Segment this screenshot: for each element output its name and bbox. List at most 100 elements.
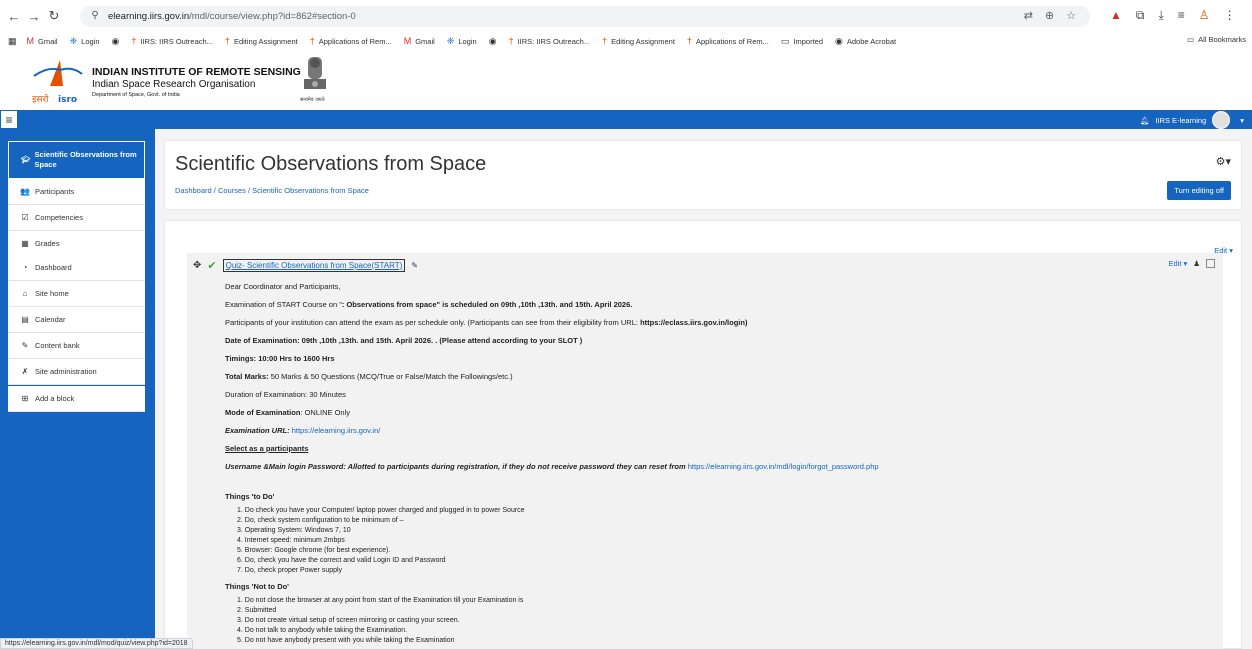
bookmark-item[interactable]: ◉ [489, 36, 497, 47]
browser-toolbar: ← → ↻ ⚲ elearning.iirs.gov.in/mdl/course… [0, 0, 1252, 32]
exam-url-link[interactable]: https://elearning.iirs.gov.in/ [292, 426, 381, 435]
hamburger-menu-icon[interactable]: ≡ [0, 110, 18, 129]
bookmark-item[interactable]: M Gmail [404, 36, 435, 47]
bookmark-label: Gmail [38, 36, 58, 46]
zoom-icon[interactable]: ⊕ [1045, 9, 1054, 22]
list-item: 1. Do not close the browser at any point… [237, 597, 524, 604]
site-info-icon[interactable]: ⚲ [88, 10, 102, 24]
move-icon[interactable]: ✥ [193, 260, 201, 271]
date-line: Date of Examination: 09th ,10th ,13th. a… [225, 335, 1215, 346]
bookmark-label: Imported [793, 36, 824, 46]
bell-icon[interactable]: 🔔︎ [1140, 116, 1150, 125]
completion-checkbox[interactable] [1206, 259, 1215, 268]
bookmark-label: Adobe Acrobat [846, 36, 897, 46]
user-icon[interactable]: ♟ [1193, 259, 1200, 268]
bookmark-item[interactable]: † Applications of Rem... [687, 36, 769, 47]
bookmark-item[interactable]: † IIRS: IIRS Outreach... [509, 36, 591, 47]
logo-hindi-text: इसरो [32, 93, 49, 105]
breadcrumb-course[interactable]: Scientific Observations from Space [252, 186, 369, 195]
bookmark-label: Applications of Rem... [318, 36, 392, 46]
quiz-activity: ✥ ✔ Quiz- Scientific Observations from S… [193, 259, 418, 272]
back-icon[interactable]: ← [4, 9, 24, 24]
nottodo-title: Things 'Not to Do' [225, 582, 289, 591]
reset-password-link[interactable]: https://elearning.iirs.gov.in/mdl/login/… [688, 462, 879, 471]
exam-line-b: : Observations from space" is scheduled … [341, 300, 510, 309]
isro-logo[interactable]: इसरो isro [30, 56, 86, 106]
users-icon: 👥 [20, 187, 30, 196]
reload-icon[interactable]: ↻ [44, 8, 64, 24]
bookmark-item[interactable]: ▭ Imported [781, 36, 823, 47]
iirs-icon: † [224, 36, 230, 46]
sidebar-item-label: Grades [35, 239, 60, 248]
sidebar-item-participants[interactable]: 👥 Participants [8, 179, 145, 205]
bookmarks-bar: ▦ M Gmail ❈ Login ◉ † IIRS: IIRS Outreach... † E… [0, 32, 1252, 50]
url-host: elearning.iirs.gov.in [108, 11, 190, 22]
all-bookmarks[interactable]: ▭ All Bookmarks [1187, 35, 1246, 44]
extension-icon[interactable]: ▲ [1110, 8, 1122, 23]
nav-drawer: 🎓︎ Scientific Observations from Space 👥 P… [0, 129, 155, 649]
sidebar-item-calendar[interactable]: ▤ Calendar [8, 307, 145, 333]
pencil-icon[interactable]: ✎ [411, 261, 418, 270]
institute-name-block: INDIAN INSTITUTE OF REMOTE SENSING India… [92, 66, 301, 98]
date-line-text: Date of Examination: 09th ,10th ,13th. a… [225, 336, 583, 345]
bookmark-item[interactable]: † Editing Assignment [602, 36, 675, 47]
breadcrumb-dashboard[interactable]: Dashboard [175, 186, 212, 195]
sidebar-item-label: Calendar [35, 315, 66, 324]
translate-icon[interactable]: ⇄ [1024, 9, 1033, 22]
profile-icon[interactable]: ♙ [1199, 8, 1210, 23]
bookmark-item[interactable]: † IIRS: IIRS Outreach... [131, 36, 213, 47]
exam-line-dates: th ,10th ,13th. and 15th. April 2026. [509, 300, 633, 309]
sidebar-item-content-bank[interactable]: ✎ Content bank [8, 333, 145, 359]
bookmark-item[interactable]: † Applications of Rem... [310, 36, 392, 47]
participants-line-a: Participants of your institution can att… [225, 318, 641, 327]
greeting: Dear Coordinator and Participants, [225, 282, 341, 291]
apps-icon[interactable]: ▦ [8, 36, 17, 47]
exam-line: Examination of START Course on ": Observ… [225, 299, 1215, 310]
activity-edit-menu[interactable]: Edit ▾ [1168, 259, 1187, 268]
bookmark-label: Editing Assignment [611, 36, 675, 46]
puzzle-icon[interactable]: ⧉ [1136, 8, 1145, 23]
download-icon[interactable]: ⤓ [1158, 8, 1163, 23]
list-item: 4. Internet speed: minimum 2mbps [237, 537, 345, 544]
sidebar-item-competencies[interactable]: ☑ Competencies [8, 205, 145, 231]
sidebar-item-dashboard[interactable]: ◔ Dashboard [8, 255, 145, 281]
sidebar-item-add-a-block[interactable]: ⊞ Add a block [8, 386, 145, 412]
bookmark-item[interactable]: † Editing Assignment [225, 36, 298, 47]
bookmark-item[interactable]: ❈ Login [447, 36, 477, 47]
sidebar-item-label: Dashboard [35, 263, 72, 272]
breadcrumb-courses[interactable]: Courses [218, 186, 246, 195]
sidebar-item-label: Participants [35, 187, 75, 196]
list-item: 3. Do not create virtual setup of screen… [237, 617, 460, 624]
forward-icon[interactable]: → [24, 9, 44, 24]
sidebar-item-grades[interactable]: ▦ Grades [8, 231, 145, 257]
drawer-course-item[interactable]: 🎓︎ Scientific Observations from Space [8, 141, 145, 179]
total-marks-label: Total Marks: [225, 372, 269, 381]
bookmark-label: Editing Assignment [233, 36, 298, 46]
graduation-cap-icon: 🎓︎ [21, 155, 31, 164]
gear-icon[interactable]: ⚙▾ [1216, 155, 1231, 168]
bookmark-item[interactable]: ◉ [112, 36, 120, 47]
turn-editing-off-button[interactable]: Turn editing off [1167, 181, 1231, 200]
sidebar-item-label: Add a block [35, 394, 75, 403]
bookmark-item[interactable]: M Gmail [27, 36, 58, 47]
paint-brush-icon: ✎ [21, 341, 29, 350]
user-menu-chevron-icon[interactable]: ▾ [1240, 116, 1244, 125]
total-marks-value: 50 Marks & 50 Questions (MCQ/True or Fal… [268, 372, 513, 381]
quiz-link[interactable]: Quiz- Scientific Observations from Space… [222, 259, 406, 272]
avatar[interactable] [1212, 111, 1231, 129]
reading-list-icon[interactable]: ≡ [1178, 8, 1185, 23]
bookmark-item[interactable]: ◉ Adobe Acrobat [835, 36, 896, 47]
star-icon[interactable]: ☆ [1066, 9, 1076, 22]
gmail-icon: M [403, 36, 412, 46]
nottodo-list: 1. Do not close the browser at any point… [237, 596, 1215, 646]
dashboard-icon: ◔ [22, 263, 28, 272]
menu-icon[interactable]: ⋮ [1224, 8, 1236, 23]
bookmark-item[interactable]: ❈ Login [70, 36, 100, 47]
list-item: 1. Do check you have your Computer/ lapt… [237, 507, 525, 514]
sidebar-item-site-administration[interactable]: ✗ Site administration [8, 359, 145, 385]
duration: Duration of Examination: 30 Minutes [225, 390, 346, 399]
sidebar-item-site-home[interactable]: ⌂ Site home [8, 281, 145, 307]
page-title: Scientific Observations from Space [175, 153, 487, 175]
site-name[interactable]: IIRS E-learning [1155, 116, 1206, 125]
address-bar[interactable]: ⚲ elearning.iirs.gov.in/mdl/course/view.… [80, 6, 1090, 27]
